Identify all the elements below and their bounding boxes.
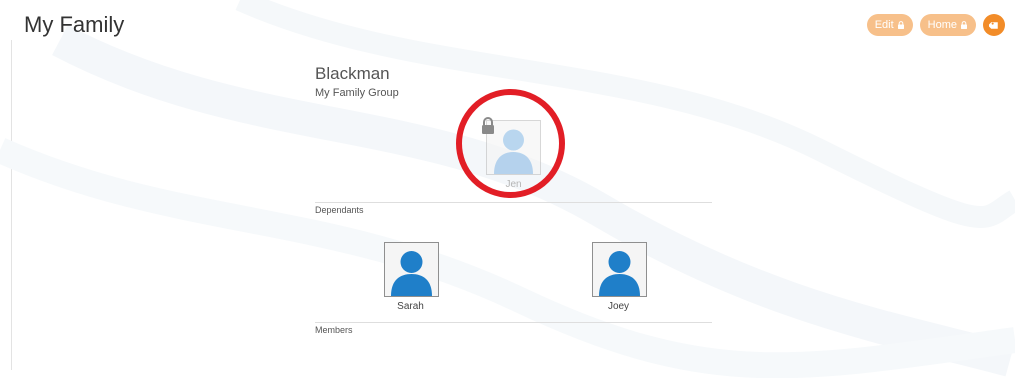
home-button-label: Home (927, 19, 957, 31)
family-group-label: My Family Group (315, 87, 399, 99)
dependants-section-label: Dependants (315, 205, 364, 215)
dependant-name: Sarah (397, 301, 424, 312)
lock-icon (897, 21, 904, 29)
lock-icon (961, 21, 967, 29)
person-avatar-icon (391, 251, 432, 296)
home-button[interactable]: Home (919, 14, 976, 36)
dependant-photo (384, 242, 439, 297)
members-divider (315, 322, 712, 323)
family-name: Blackman (315, 64, 390, 83)
person-avatar-icon (599, 251, 640, 296)
dependant-card[interactable]: Sarah (384, 242, 439, 312)
edit-button[interactable]: Edit (866, 14, 913, 36)
highlight-circle (456, 89, 565, 198)
dependants-divider (315, 202, 712, 203)
tag-icon (988, 21, 998, 29)
tag-button[interactable] (983, 14, 1005, 36)
left-divider (11, 40, 12, 370)
dependant-photo (592, 242, 647, 297)
dependant-card[interactable]: Joey (592, 242, 647, 312)
members-section-label: Members (315, 325, 353, 335)
header-actions: Edit Home (866, 14, 1005, 36)
page-title: My Family (24, 12, 125, 37)
edit-button-label: Edit (874, 19, 894, 31)
dependant-name: Joey (607, 301, 630, 312)
